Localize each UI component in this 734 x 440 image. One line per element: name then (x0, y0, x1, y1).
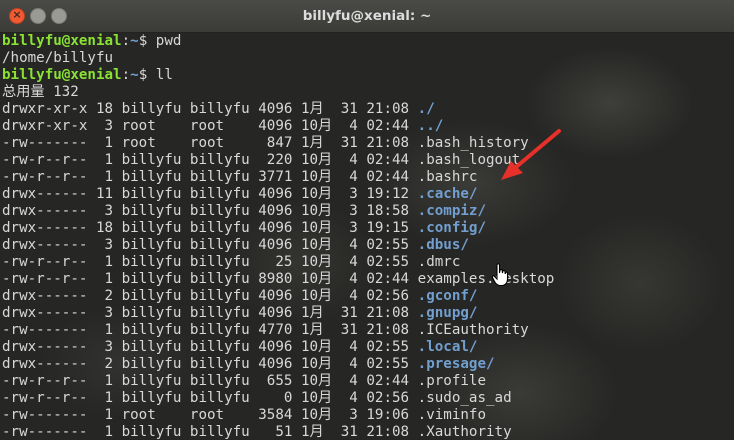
window-title: billyfu@xenial: ~ (302, 8, 432, 24)
listing-row: drwx------ 3 billyfu billyfu 4096 10月 4 … (2, 237, 469, 254)
file-meta: drwx------ 3 billyfu billyfu 4096 10月 3 … (2, 203, 418, 219)
directory-name: .presage/ (417, 356, 495, 372)
listing-row: drwx------ 3 billyfu billyfu 4096 1月 31 … (2, 305, 477, 322)
file-meta: drwxr-xr-x 3 root root 4096 10月 4 02:44 (2, 118, 418, 134)
file-meta: drwx------ 11 billyfu billyfu 4096 10月 3… (2, 186, 418, 202)
hand-pointer-icon (491, 263, 509, 287)
directory-name: .cache/ (417, 186, 478, 202)
listing-row: drwx------ 11 billyfu billyfu 4096 10月 3… (2, 186, 477, 203)
red-arrow-annotation (501, 129, 561, 180)
file-meta: drwx------ 3 billyfu billyfu 4096 10月 4 … (2, 339, 418, 355)
directory-name: .local/ (417, 339, 478, 355)
listing-row: -rw------- 1 billyfu billyfu 4770 1月 31 … (2, 322, 529, 339)
file-name: examples.desktop (417, 271, 555, 287)
directory-name: .gconf/ (417, 288, 478, 304)
prompt-separator: : (121, 67, 131, 83)
listing-row: -rw------- 1 root root 847 1月 31 21:08 .… (2, 135, 529, 152)
directory-name: .dbus/ (417, 237, 469, 253)
listing-row: -rw------- 1 billyfu billyfu 51 1月 31 21… (2, 424, 512, 440)
file-name: .Xauthority (417, 424, 512, 440)
file-meta: -rw------- 1 root root 3584 10月 3 19:06 (2, 407, 418, 423)
listing-row: -rw------- 1 root root 3584 10月 3 19:06 … (2, 407, 486, 424)
terminal-area[interactable]: billyfu@xenial:~$ pwd /home/billyfu bill… (0, 33, 734, 440)
listing-row: -rw-r--r-- 1 billyfu billyfu 3771 10月 4 … (2, 169, 477, 186)
listing-row: -rw-r--r-- 1 billyfu billyfu 8980 10月 4 … (2, 271, 554, 288)
prompt-user: billyfu@xenial (2, 67, 122, 83)
listing-row: drwx------ 3 billyfu billyfu 4096 10月 3 … (2, 203, 486, 220)
file-meta: drwxr-xr-x 18 billyfu billyfu 4096 1月 31… (2, 101, 418, 117)
listing-row: drwx------ 2 billyfu billyfu 4096 10月 4 … (2, 356, 495, 373)
directory-name: .compiz/ (417, 203, 486, 219)
listing-row: -rw-r--r-- 1 billyfu billyfu 0 10月 4 02:… (2, 390, 512, 407)
prompt-path: ~ (130, 67, 139, 83)
file-meta: drwx------ 2 billyfu billyfu 4096 10月 4 … (2, 356, 418, 372)
file-meta: drwx------ 3 billyfu billyfu 4096 1月 31 … (2, 305, 418, 321)
file-meta: drwx------ 3 billyfu billyfu 4096 10月 4 … (2, 237, 418, 253)
file-meta: -rw------- 1 billyfu billyfu 51 1月 31 21… (2, 424, 418, 440)
listing-row: drwxr-xr-x 18 billyfu billyfu 4096 1月 31… (2, 101, 435, 118)
directory-name: .config/ (417, 220, 486, 236)
file-meta: -rw------- 1 root root 847 1月 31 21:08 (2, 135, 418, 151)
prompt-line: billyfu@xenial:~$ ll (2, 67, 173, 84)
file-meta: -rw-r--r-- 1 billyfu billyfu 0 10月 4 02:… (2, 390, 418, 406)
file-meta: -rw-r--r-- 1 billyfu billyfu 220 10月 4 0… (2, 152, 418, 168)
total-line: 总用量 132 (2, 84, 79, 100)
prompt-line: billyfu@xenial:~$ pwd (2, 33, 181, 50)
prompt-path: ~ (130, 33, 139, 49)
prompt-symbol: $ (138, 33, 156, 49)
directory-name: .gnupg/ (417, 305, 478, 321)
file-meta: -rw-r--r-- 1 billyfu billyfu 8980 10月 4 … (2, 271, 418, 287)
command-output: /home/billyfu (2, 50, 114, 66)
file-meta: drwx------ 18 billyfu billyfu 4096 10月 3… (2, 220, 418, 236)
listing-row: -rw-r--r-- 1 billyfu billyfu 655 10月 4 0… (2, 373, 486, 390)
directory-name: ../ (417, 118, 444, 134)
prompt-separator: : (121, 33, 131, 49)
file-meta: -rw-r--r-- 1 billyfu billyfu 3771 10月 4 … (2, 169, 418, 185)
command-text: ll (155, 67, 173, 83)
file-name: .viminfo (417, 407, 486, 423)
command-text: pwd (155, 33, 182, 49)
listing-row: drwx------ 18 billyfu billyfu 4096 10月 3… (2, 220, 486, 237)
directory-name: ./ (417, 101, 435, 117)
terminal-window: × billyfu@xenial: ~ billyfu@xenial:~$ pw… (0, 0, 734, 440)
file-name: .dmrc (417, 254, 461, 270)
file-name: .sudo_as_ad (417, 390, 512, 406)
listing-row: drwx------ 2 billyfu billyfu 4096 10月 4 … (2, 288, 477, 305)
file-meta: -rw-r--r-- 1 billyfu billyfu 655 10月 4 0… (2, 373, 418, 389)
listing-row: drwx------ 3 billyfu billyfu 4096 10月 4 … (2, 339, 477, 356)
file-meta: drwx------ 2 billyfu billyfu 4096 10月 4 … (2, 288, 418, 304)
title-bar[interactable]: × billyfu@xenial: ~ (0, 0, 734, 33)
file-meta: -rw-r--r-- 1 billyfu billyfu 25 10月 4 02… (2, 254, 418, 270)
listing-row: -rw-r--r-- 1 billyfu billyfu 220 10月 4 0… (2, 152, 520, 169)
file-name: .profile (417, 373, 486, 389)
prompt-symbol: $ (138, 67, 156, 83)
listing-row: -rw-r--r-- 1 billyfu billyfu 25 10月 4 02… (2, 254, 460, 271)
file-meta: -rw------- 1 billyfu billyfu 4770 1月 31 … (2, 322, 418, 338)
prompt-user: billyfu@xenial (2, 33, 122, 49)
listing-row: drwxr-xr-x 3 root root 4096 10月 4 02:44 … (2, 118, 443, 135)
file-name: .ICEauthority (417, 322, 529, 338)
file-name: .bashrc (417, 169, 478, 185)
